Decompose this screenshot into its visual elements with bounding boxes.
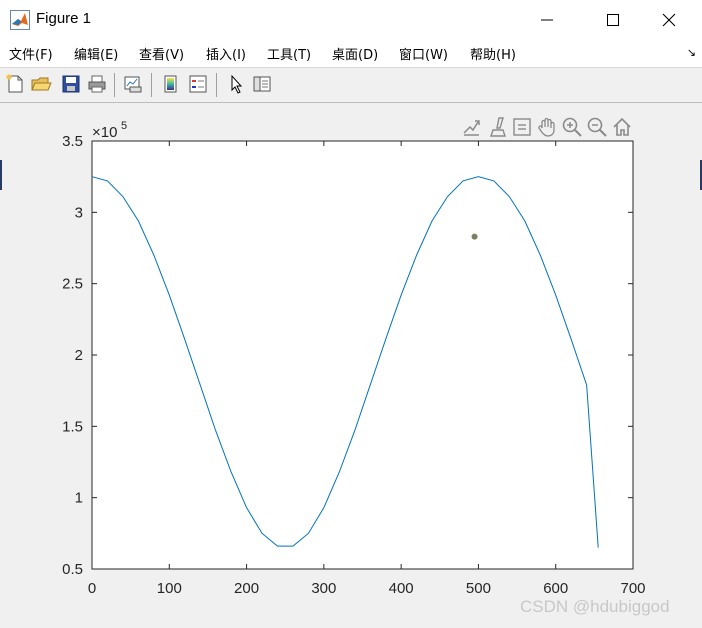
x-tick-label: 700 — [620, 580, 645, 597]
y-tick-label: 1.5 — [62, 418, 83, 435]
x-tick-label: 200 — [234, 580, 259, 597]
x-tick-label: 300 — [311, 580, 336, 597]
export-icon[interactable] — [461, 116, 483, 138]
data-point-marker[interactable] — [471, 233, 478, 240]
zoom-in-icon[interactable] — [561, 116, 583, 138]
y-tick-label: 1 — [75, 490, 83, 507]
y-tick-label: 0.5 — [62, 561, 83, 578]
x-tick-label: 500 — [466, 580, 491, 597]
y-axis-multiplier: ×10 — [92, 124, 117, 141]
x-tick-label: 400 — [389, 580, 414, 597]
plot-canvas[interactable]: 0 100 200 300 400 500 600 700 0.5 1 1.5 2 2.5 3 3.5 ×1… — [0, 0, 702, 628]
y-tick-label: 2.5 — [62, 276, 83, 293]
x-tick-label: 600 — [543, 580, 568, 597]
axes-background — [91, 140, 634, 570]
home-icon[interactable] — [611, 116, 633, 138]
brush-icon[interactable] — [487, 116, 509, 138]
pan-hand-icon[interactable] — [536, 116, 558, 138]
y-axis-exponent: 5 — [121, 120, 127, 132]
zoom-out-icon[interactable] — [586, 116, 608, 138]
data-tips-icon[interactable] — [511, 116, 533, 138]
x-tick-label: 0 — [88, 580, 96, 597]
watermark-text: CSDN @hdubiggod — [520, 597, 670, 616]
y-tick-label: 2 — [75, 347, 83, 364]
x-tick-label: 100 — [157, 580, 182, 597]
y-tick-label: 3 — [75, 204, 83, 221]
y-tick-label: 3.5 — [62, 133, 83, 150]
